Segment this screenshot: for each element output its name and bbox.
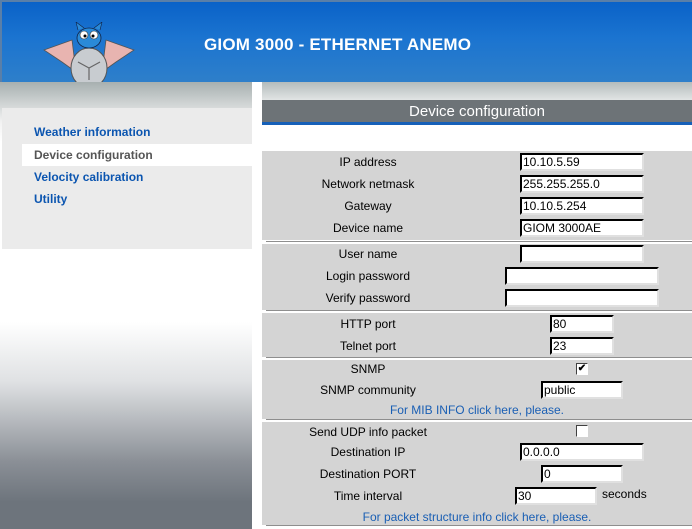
snmp-checkbox[interactable]: ✔ <box>576 363 588 375</box>
login-password-input[interactable] <box>505 267 659 285</box>
snmp-community-label: SNMP community <box>320 383 416 397</box>
divider <box>266 241 692 243</box>
send-udp-label: Send UDP info packet <box>309 425 427 439</box>
verify-password-input[interactable] <box>505 289 659 307</box>
ip-address-input[interactable] <box>520 153 644 171</box>
ip-address-label: IP address <box>339 155 397 169</box>
header-banner: GIOM 3000 - ETHERNET ANEMO <box>0 0 692 104</box>
packet-structure-link[interactable]: For packet structure info click here, pl… <box>262 510 692 524</box>
mib-info-link[interactable]: For MIB INFO click here, please. <box>262 403 692 417</box>
netmask-label: Network netmask <box>321 177 415 191</box>
http-port-label: HTTP port <box>340 317 396 331</box>
http-port-input[interactable] <box>550 315 614 333</box>
device-name-label: Device name <box>332 221 404 235</box>
login-password-label: Login password <box>325 269 411 283</box>
divider <box>266 419 692 421</box>
telnet-port-input[interactable] <box>550 337 614 355</box>
device-name-input[interactable] <box>520 219 644 237</box>
verify-password-label: Verify password <box>325 291 411 305</box>
time-interval-label: Time interval <box>333 489 403 503</box>
divider <box>266 310 692 312</box>
gateway-input[interactable] <box>520 197 644 215</box>
sidebar-item-device-configuration[interactable]: Device configuration <box>34 148 153 162</box>
sidebar-item-utility[interactable]: Utility <box>34 192 67 206</box>
sidebar-item-velocity-calibration[interactable]: Velocity calibration <box>34 170 143 184</box>
divider <box>266 357 692 359</box>
snmp-community-input[interactable] <box>541 381 623 399</box>
time-interval-input[interactable] <box>515 487 597 505</box>
send-udp-checkbox[interactable] <box>576 425 588 437</box>
sidebar-item-weather-information[interactable]: Weather information <box>34 125 150 139</box>
destination-port-label: Destination PORT <box>319 467 417 481</box>
interval-unit: seconds <box>602 487 647 501</box>
gateway-label: Gateway <box>344 199 392 213</box>
snmp-label: SNMP <box>350 362 386 376</box>
telnet-port-label: Telnet port <box>339 339 397 353</box>
check-mark-icon: ✔ <box>577 363 587 374</box>
user-name-label: User name <box>338 247 398 261</box>
netmask-input[interactable] <box>520 175 644 193</box>
destination-ip-input[interactable] <box>520 443 644 461</box>
page-title: Device configuration <box>262 100 692 125</box>
destination-ip-label: Destination IP <box>330 445 406 459</box>
destination-port-input[interactable] <box>541 465 623 483</box>
user-name-input[interactable] <box>520 245 644 263</box>
app-title: GIOM 3000 - ETHERNET ANEMO <box>204 35 472 54</box>
divider <box>266 525 692 527</box>
